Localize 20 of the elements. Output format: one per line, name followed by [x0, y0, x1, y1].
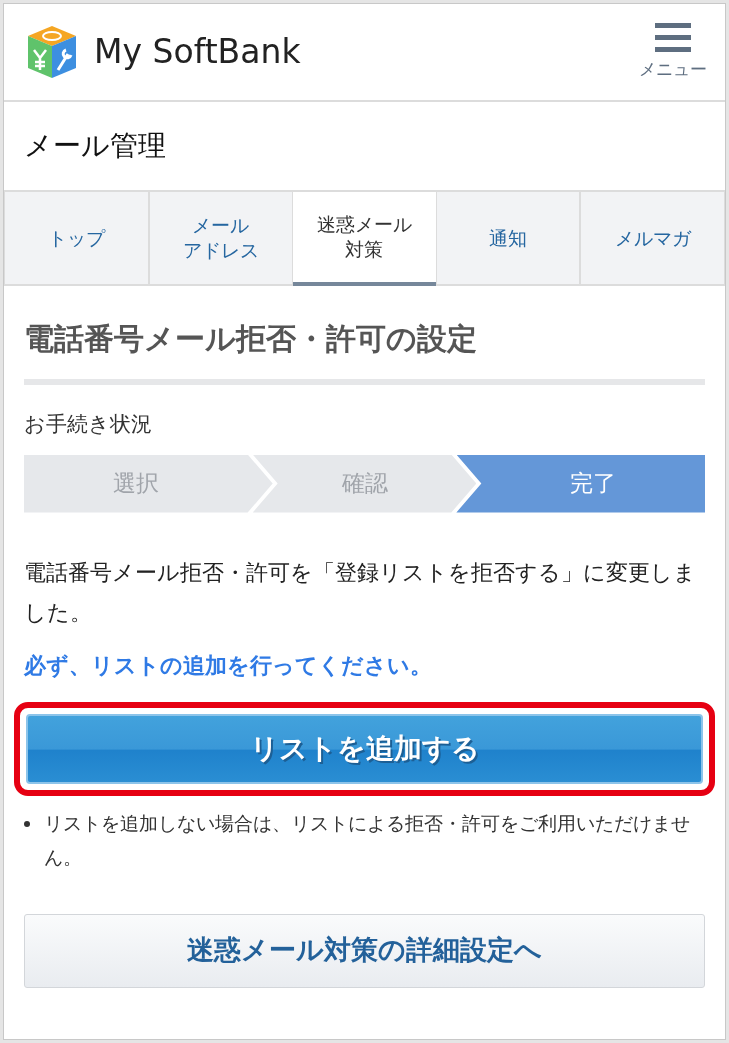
progress-step: 確認 [252, 454, 477, 513]
menu-button[interactable]: メニュー [639, 21, 707, 83]
tab[interactable]: メルマガ [580, 190, 725, 284]
progress-step: 完了 [456, 454, 705, 513]
tab[interactable]: 迷惑メール 対策 [293, 190, 436, 286]
bullet-icon [24, 820, 30, 827]
spam-settings-button[interactable]: 迷惑メール対策の詳細設定へ [24, 913, 705, 988]
section-heading: 電話番号メール拒否・許可の設定 [24, 316, 705, 385]
add-list-button[interactable]: リストを追加する [26, 713, 703, 784]
note-text: リストを追加しない場合は、リストによる拒否・許可をご利用いただけません。 [44, 810, 691, 870]
tab[interactable]: メール アドレス [148, 190, 294, 284]
progress-label: お手続き状況 [24, 411, 153, 438]
progress-step: 選択 [24, 454, 273, 513]
tab[interactable]: 通知 [435, 190, 581, 284]
result-message: 電話番号メール拒否・許可を「登録リストを拒否する」に変更しました。 [24, 558, 697, 627]
menu-icon [653, 21, 693, 54]
tab[interactable]: トップ [4, 190, 149, 284]
notice-text: 必ず、リストの追加を行ってください。 [24, 651, 433, 680]
page-title: メール管理 [23, 128, 167, 164]
brand-name: My SoftBank [94, 31, 301, 74]
